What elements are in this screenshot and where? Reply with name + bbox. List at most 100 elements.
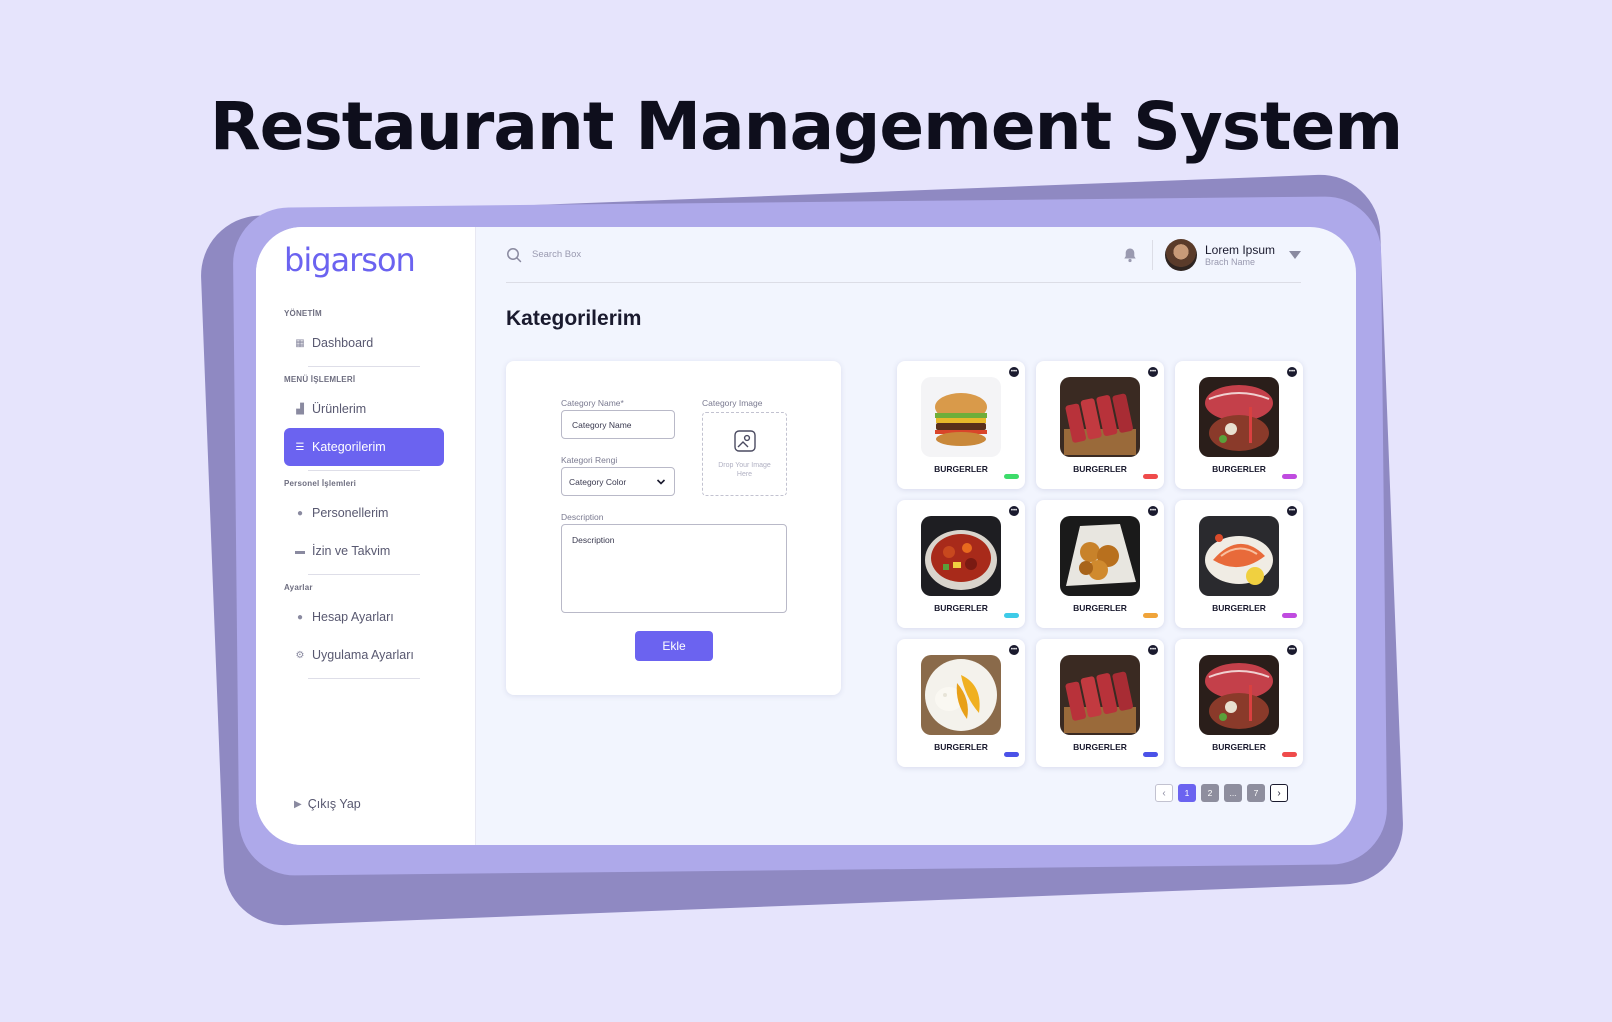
- more-options-icon[interactable]: •••: [1148, 367, 1158, 377]
- category-name: BURGERLER: [934, 742, 988, 752]
- description-textarea[interactable]: Description: [561, 524, 787, 613]
- chevron-down-icon[interactable]: [1289, 250, 1301, 259]
- category-card[interactable]: ••• BURGERLER: [1175, 361, 1303, 489]
- sidebar-section-label: Ayarlar: [284, 583, 313, 592]
- more-options-icon[interactable]: •••: [1287, 645, 1297, 655]
- app-screen: bigarson YÖNETİM ▦ Dashboard MENÜ İŞLEML…: [256, 227, 1356, 845]
- sidebar-item-label: İzin ve Takvim: [312, 544, 391, 558]
- more-options-icon[interactable]: •••: [1148, 645, 1158, 655]
- next-page-button[interactable]: ›: [1270, 784, 1288, 802]
- sidebar-item-personellerim[interactable]: ● Personellerim: [284, 494, 444, 532]
- category-name-label: Category Name*: [561, 398, 624, 408]
- category-image: [1060, 377, 1140, 457]
- more-options-icon[interactable]: •••: [1009, 506, 1019, 516]
- category-name: BURGERLER: [934, 464, 988, 474]
- gear-icon: ⚙: [295, 649, 305, 661]
- sidebar-section-label: Personel İşlemleri: [284, 479, 357, 488]
- category-image: [921, 655, 1001, 735]
- category-card[interactable]: ••• BURGERLER: [897, 500, 1025, 628]
- sidebar-item-label: Personellerim: [312, 506, 389, 520]
- category-color-swatch: [1143, 752, 1158, 757]
- category-card[interactable]: ••• BURGERLER: [1175, 639, 1303, 767]
- list-icon: ☰: [295, 441, 305, 453]
- add-category-button[interactable]: Ekle: [635, 631, 713, 661]
- category-color-swatch: [1004, 752, 1019, 757]
- category-image: [1199, 377, 1279, 457]
- logout-button[interactable]: ▶ Çıkış Yap: [294, 797, 361, 811]
- category-name: BURGERLER: [1073, 742, 1127, 752]
- user-branch: Brach Name: [1204, 256, 1255, 267]
- user-settings-icon: ●: [296, 611, 304, 623]
- sidebar-item-label: Hesap Ayarları: [312, 610, 394, 624]
- prev-page-button[interactable]: ‹: [1155, 784, 1173, 802]
- category-name: BURGERLER: [1073, 464, 1127, 474]
- more-options-icon[interactable]: •••: [1009, 645, 1019, 655]
- sidebar-item-izin-takvim[interactable]: ▬ İzin ve Takvim: [284, 532, 444, 570]
- page-button[interactable]: 7: [1247, 784, 1265, 802]
- sidebar-item-label: Uygulama Ayarları: [312, 648, 414, 662]
- user-name: Lorem Ipsum: [1204, 242, 1275, 257]
- divider: [308, 366, 420, 367]
- image-dropzone[interactable]: Drop Your Image Here: [702, 412, 787, 496]
- search-input[interactable]: Search Box: [532, 249, 1122, 260]
- sidebar-section-label: YÖNETİM: [284, 309, 322, 318]
- divider: [1151, 239, 1153, 270]
- category-name: BURGERLER: [934, 603, 988, 613]
- calendar-icon: ▬: [295, 545, 305, 557]
- category-grid: ••• BURGERLER ••• BURGERLER ••• BURGERLER ••• B…: [897, 361, 1307, 771]
- category-card[interactable]: ••• BURGERLER: [1036, 361, 1164, 489]
- hero-title: Restaurant Management System: [209, 88, 1403, 165]
- sidebar-item-uygulama-ayarlari[interactable]: ⚙ Uygulama Ayarları: [284, 636, 444, 674]
- category-image: [921, 377, 1001, 457]
- sidebar-item-dashboard[interactable]: ▦ Dashboard: [284, 324, 444, 362]
- divider: [308, 678, 420, 679]
- category-color-swatch: [1004, 474, 1019, 479]
- page-button[interactable]: 1: [1178, 784, 1196, 802]
- user-icon: ●: [296, 507, 304, 519]
- store-icon: ▟: [296, 403, 304, 415]
- avatar[interactable]: [1164, 238, 1197, 271]
- category-color-swatch: [1004, 613, 1019, 618]
- category-card[interactable]: ••• BURGERLER: [897, 639, 1025, 767]
- description-label: Description: [561, 512, 604, 522]
- category-color-swatch: [1282, 474, 1297, 479]
- more-options-icon[interactable]: •••: [1009, 367, 1019, 377]
- page-ellipsis: ...: [1224, 784, 1242, 802]
- category-card[interactable]: ••• BURGERLER: [1175, 500, 1303, 628]
- sidebar-item-kategorilerim[interactable]: ☰ Kategorilerim: [284, 428, 444, 466]
- sidebar-item-hesap-ayarlari[interactable]: ● Hesap Ayarları: [284, 598, 444, 636]
- category-image: [1199, 655, 1279, 735]
- pagination: ‹ 1 2 ... 7 ›: [1155, 784, 1288, 802]
- bell-icon[interactable]: [1122, 247, 1138, 263]
- category-card[interactable]: ••• BURGERLER: [1036, 500, 1164, 628]
- category-name-input[interactable]: Category Name: [561, 410, 675, 439]
- category-name: BURGERLER: [1073, 603, 1127, 613]
- more-options-icon[interactable]: •••: [1148, 506, 1158, 516]
- sidebar-item-label: Ürünlerim: [312, 402, 367, 416]
- more-options-icon[interactable]: •••: [1287, 367, 1297, 377]
- category-color-label: Kategori Rengi: [561, 455, 618, 465]
- sidebar-item-urunlerim[interactable]: ▟ Ürünlerim: [284, 390, 444, 428]
- category-color-value: Category Color: [569, 476, 627, 487]
- category-card[interactable]: ••• BURGERLER: [897, 361, 1025, 489]
- category-image: [1060, 516, 1140, 596]
- category-name: BURGERLER: [1212, 464, 1266, 474]
- brand-logo[interactable]: bigarson: [284, 241, 475, 301]
- search-icon: [507, 247, 522, 262]
- dropzone-text: Drop Your Image Here: [718, 461, 771, 478]
- category-image-label: Category Image: [702, 398, 763, 408]
- category-card[interactable]: ••• BURGERLER: [1036, 639, 1164, 767]
- category-color-select[interactable]: Category Color: [561, 467, 675, 496]
- category-color-swatch: [1282, 752, 1297, 757]
- chevron-down-icon: [656, 478, 666, 485]
- category-name: BURGERLER: [1212, 742, 1266, 752]
- page-button[interactable]: 2: [1201, 784, 1219, 802]
- user-info[interactable]: Lorem Ipsum Brach Name: [1205, 243, 1275, 267]
- category-name: BURGERLER: [1212, 603, 1266, 613]
- divider: [308, 470, 420, 471]
- sidebar-section-label: MENÜ İŞLEMLERİ: [284, 375, 356, 384]
- more-options-icon[interactable]: •••: [1287, 506, 1297, 516]
- divider: [308, 574, 420, 575]
- category-image: [1199, 516, 1279, 596]
- grid-icon: ▦: [295, 337, 305, 349]
